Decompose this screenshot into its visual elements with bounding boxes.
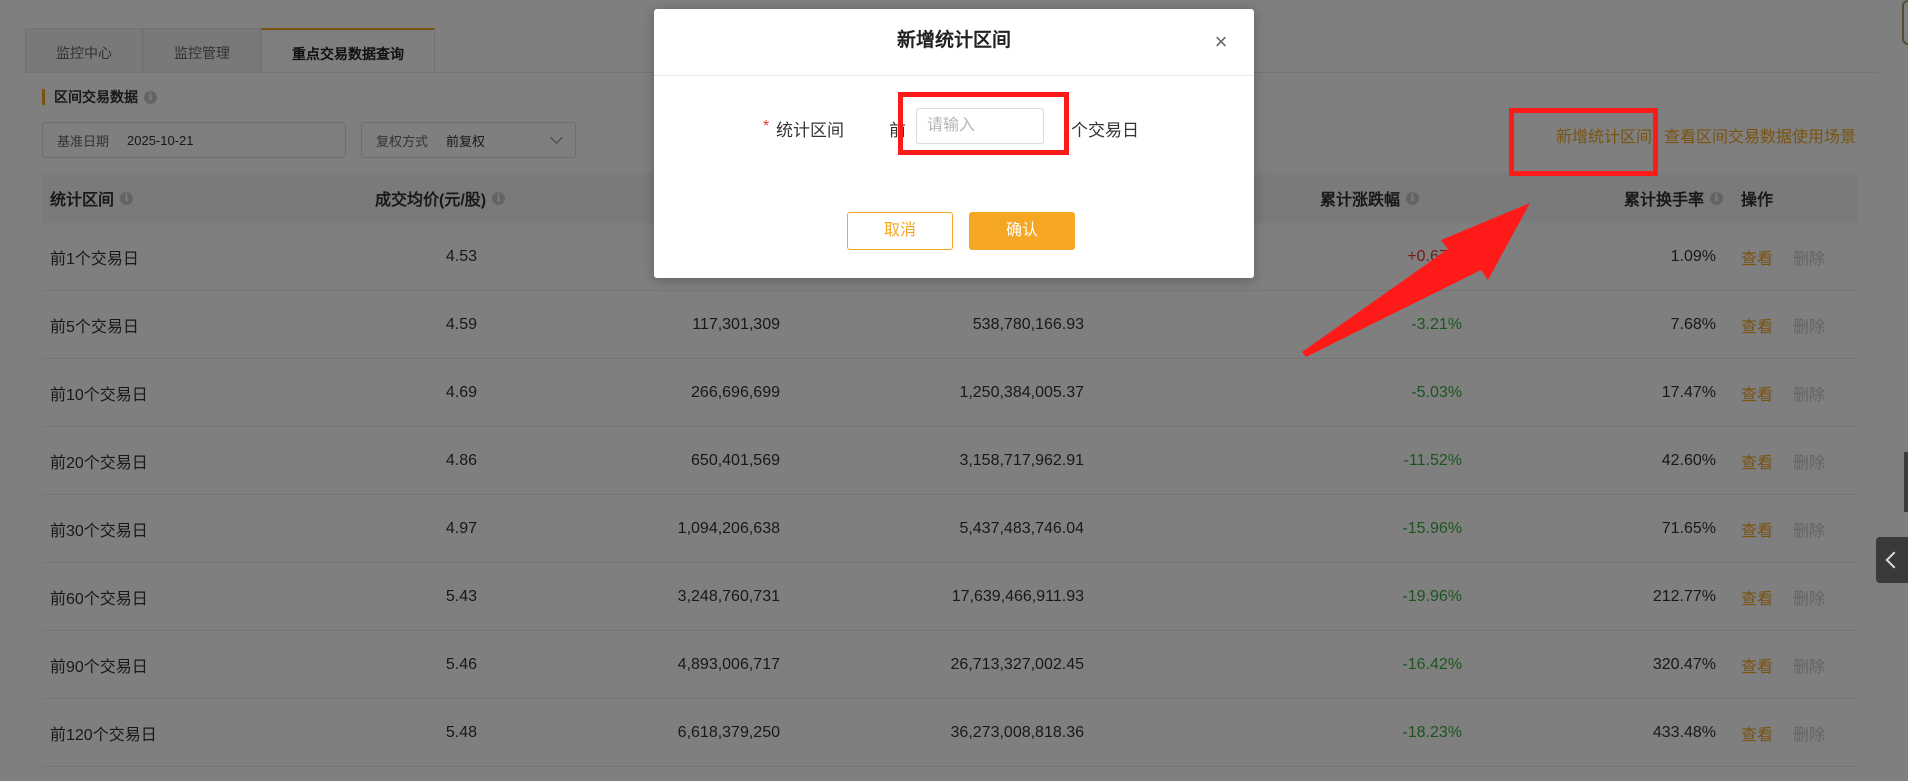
side-panel-toggle[interactable] — [1876, 537, 1908, 583]
annotation-arrow — [1302, 203, 1530, 357]
chevron-left-icon — [1885, 551, 1903, 569]
